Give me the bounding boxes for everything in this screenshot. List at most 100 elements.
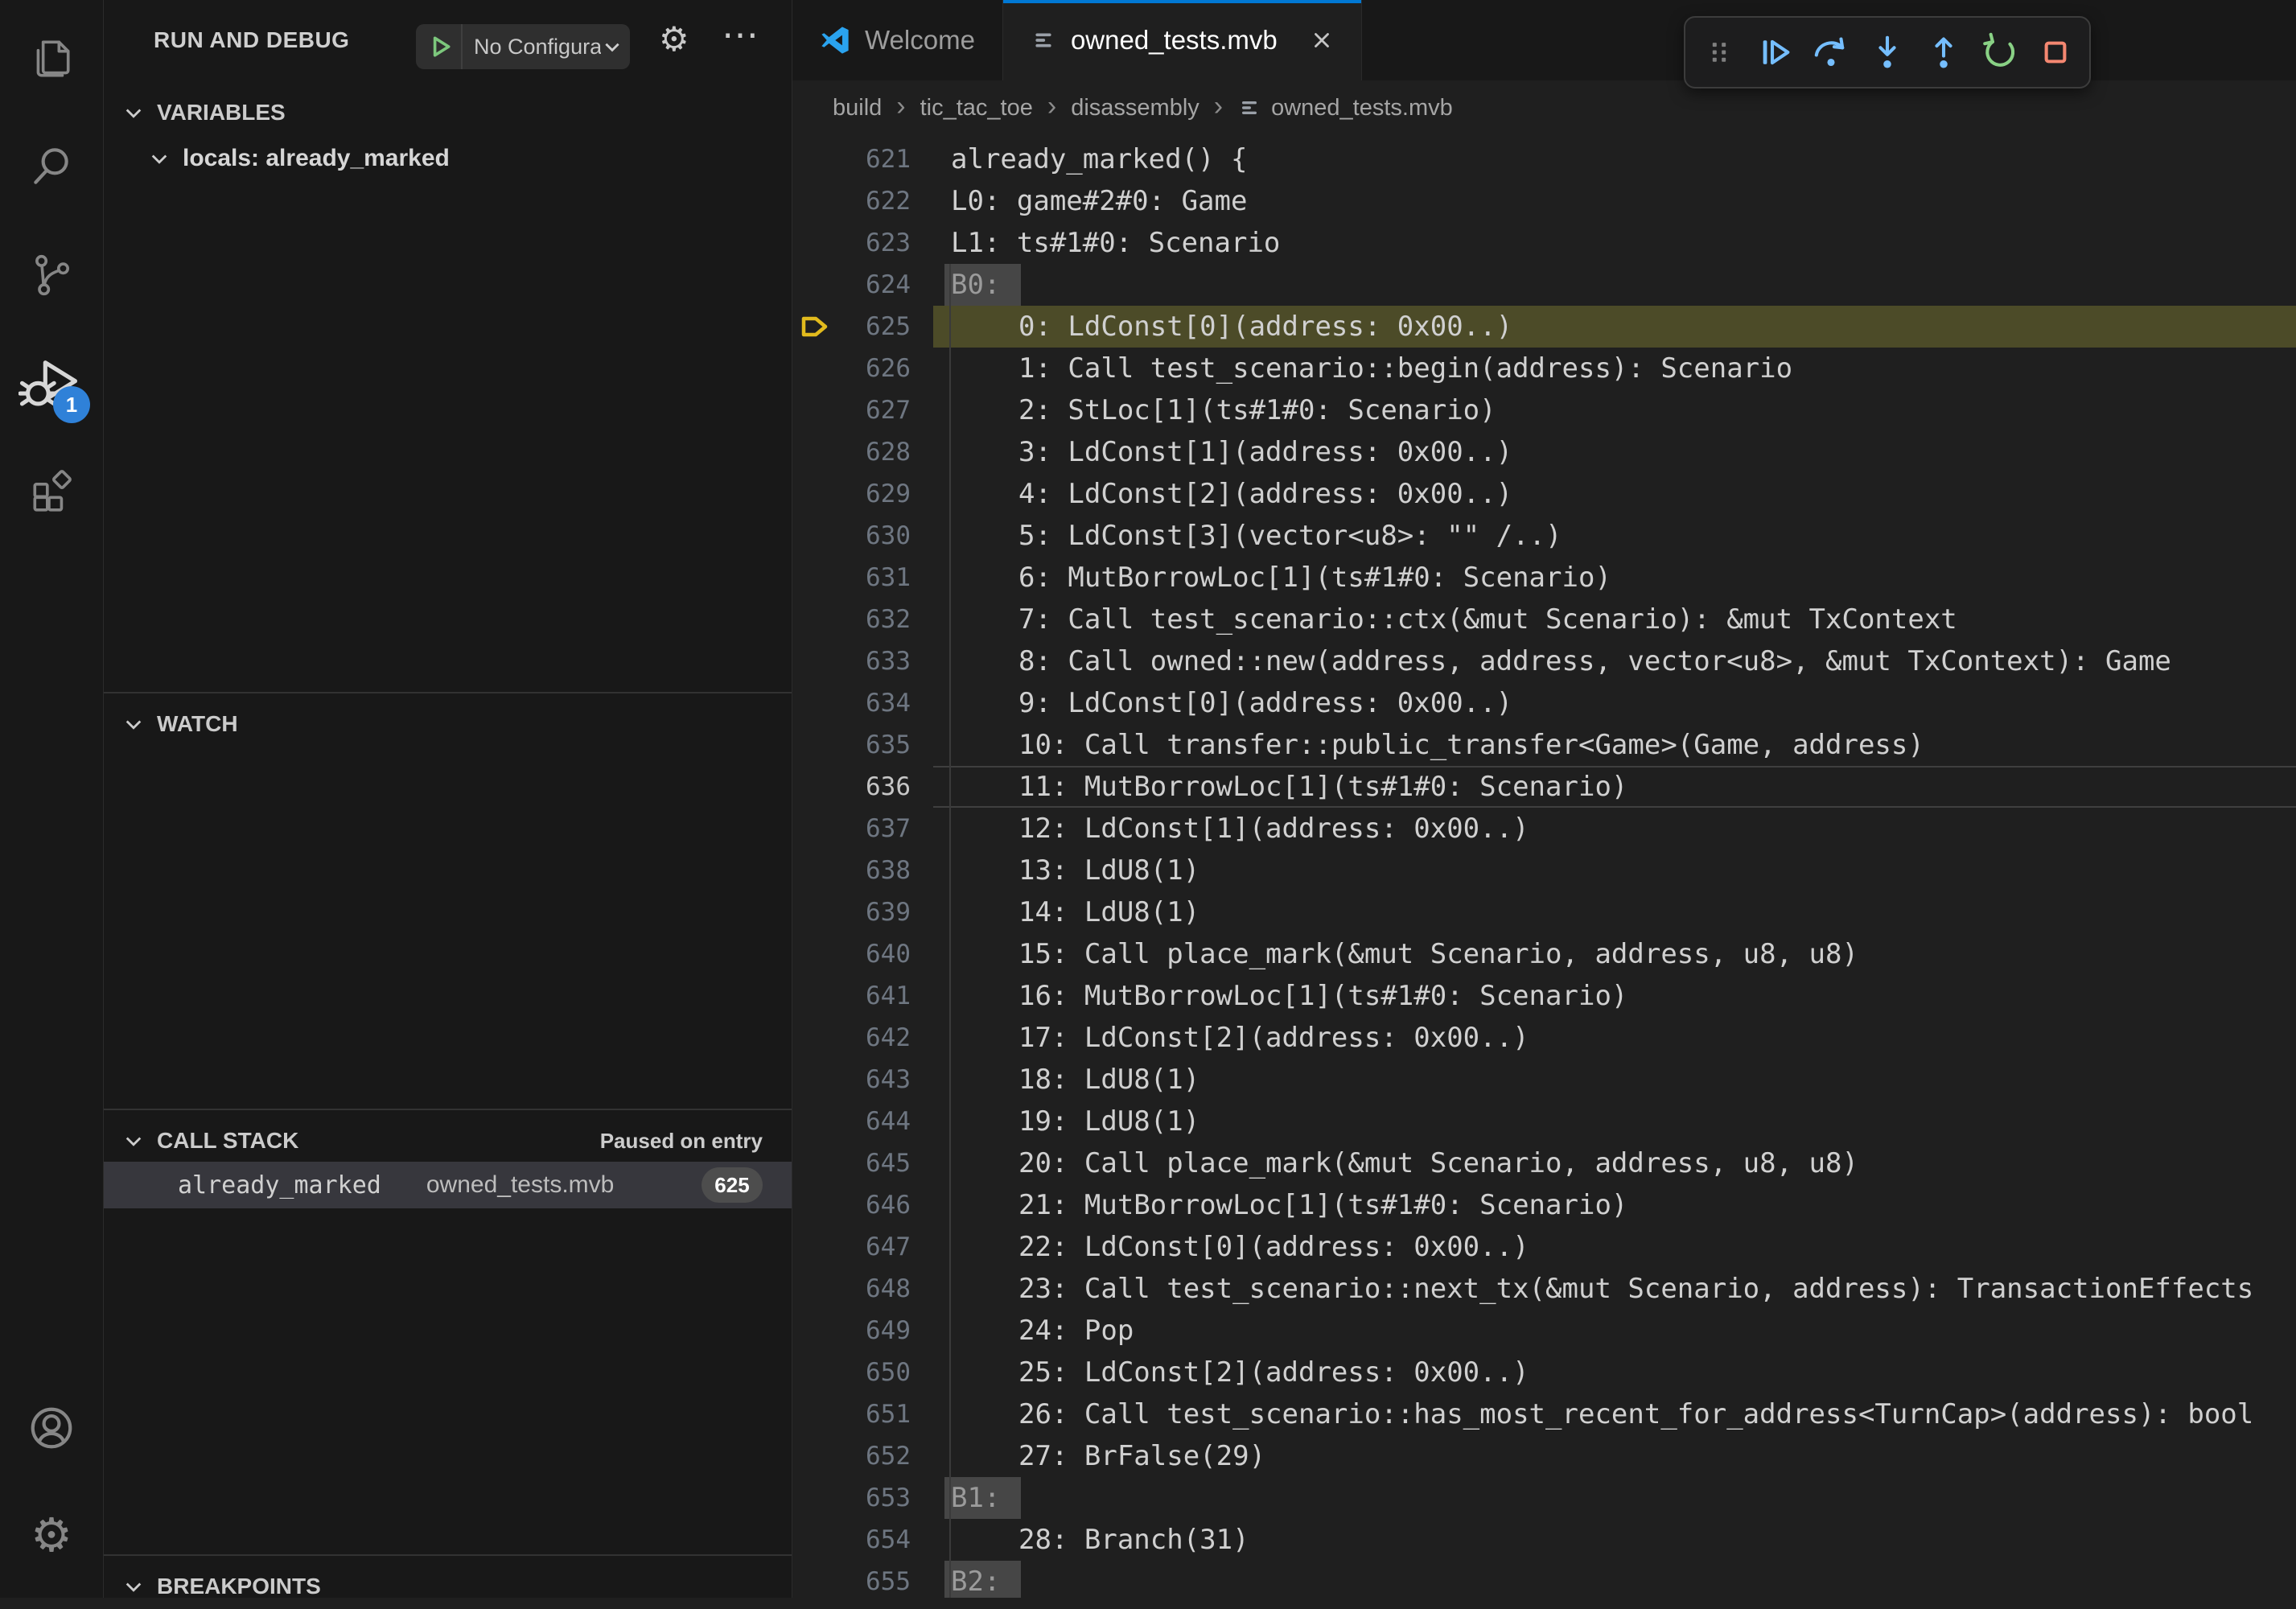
line-text[interactable]: B0: [933,264,2296,306]
call-stack-frame[interactable]: already_marked owned_tests.mvb 625 [104,1162,792,1208]
line-text[interactable]: 9: LdConst[0](address: 0x00..) [933,682,2296,724]
breadcrumb-item[interactable]: build [833,95,882,121]
line-text[interactable]: 27: BrFalse(29) [933,1435,2296,1477]
section-watch[interactable]: WATCH [104,702,792,747]
line-gutter[interactable]: 633 [792,640,933,682]
line-gutter[interactable]: 634 [792,682,933,724]
line-gutter[interactable]: 626 [792,348,933,389]
code-line[interactable]: 650 25: LdConst[2](address: 0x00..) [792,1352,2296,1393]
line-text[interactable]: 1: Call test_scenario::begin(address): S… [933,348,2296,389]
line-gutter[interactable]: 653 [792,1477,933,1519]
code-line[interactable]: 623 L1: ts#1#0: Scenario [792,222,2296,264]
line-gutter[interactable]: 631 [792,557,933,599]
code-line[interactable]: 653 B1: [792,1477,2296,1519]
code-line[interactable]: 655 B2: [792,1561,2296,1598]
account-button[interactable] [0,1374,103,1482]
sidebar-item-run-and-debug[interactable]: 1 [0,328,103,436]
code-editor[interactable]: 621 already_marked() { 622 L0: game#2#0:… [792,135,2296,1598]
line-text[interactable]: 11: MutBorrowLoc[1](ts#1#0: Scenario) [933,766,2296,808]
line-text[interactable]: 24: Pop [933,1310,2296,1352]
line-gutter[interactable]: 652 [792,1435,933,1477]
line-text[interactable]: 18: LdU8(1) [933,1059,2296,1101]
line-gutter[interactable]: 654 [792,1519,933,1561]
line-text[interactable]: 17: LdConst[2](address: 0x00..) [933,1017,2296,1059]
settings-button[interactable]: ⚙ [0,1482,103,1590]
step-out-button[interactable] [1921,30,1966,75]
code-line[interactable]: 622 L0: game#2#0: Game [792,180,2296,222]
line-gutter[interactable]: 655 [792,1561,933,1598]
code-line[interactable]: 626 1: Call test_scenario::begin(address… [792,348,2296,389]
line-gutter[interactable]: 621 [792,138,933,180]
line-gutter[interactable]: 624 [792,264,933,306]
line-gutter[interactable]: 635 [792,724,933,766]
line-text[interactable]: 4: LdConst[2](address: 0x00..) [933,473,2296,515]
line-gutter[interactable]: 647 [792,1226,933,1268]
sidebar-item-source-control[interactable] [0,220,103,328]
line-gutter[interactable]: 629 [792,473,933,515]
line-gutter[interactable]: 628 [792,431,933,473]
line-gutter[interactable]: 650 [792,1352,933,1393]
line-text[interactable]: 25: LdConst[2](address: 0x00..) [933,1352,2296,1393]
code-line[interactable]: 633 8: Call owned::new(address, address,… [792,640,2296,682]
code-line[interactable]: 646 21: MutBorrowLoc[1](ts#1#0: Scenario… [792,1184,2296,1226]
step-into-button[interactable] [1865,30,1910,75]
breadcrumb-item[interactable]: tic_tac_toe [920,95,1033,121]
line-text[interactable]: 23: Call test_scenario::next_tx(&mut Sce… [933,1268,2296,1310]
line-text[interactable]: 14: LdU8(1) [933,891,2296,933]
code-line[interactable]: 638 13: LdU8(1) [792,850,2296,891]
code-line[interactable]: 644 19: LdU8(1) [792,1101,2296,1142]
chevron-down-icon[interactable] [601,37,630,56]
code-line[interactable]: 651 26: Call test_scenario::has_most_rec… [792,1393,2296,1435]
breadcrumb-item-file[interactable]: owned_tests.mvb [1237,95,1453,121]
line-gutter[interactable]: 627 [792,389,933,431]
step-over-button[interactable] [1808,30,1854,75]
code-line[interactable]: 642 17: LdConst[2](address: 0x00..) [792,1017,2296,1059]
code-line[interactable]: 639 14: LdU8(1) [792,891,2296,933]
line-gutter[interactable]: 643 [792,1059,933,1101]
line-gutter[interactable]: 638 [792,850,933,891]
line-gutter[interactable]: 625 [792,306,933,348]
line-text[interactable]: already_marked() { [933,138,2296,180]
code-line[interactable]: 624 B0: [792,264,2296,306]
toolbar-drag-handle[interactable] [1697,30,1742,75]
line-text[interactable]: L0: game#2#0: Game [933,180,2296,222]
line-text[interactable]: 3: LdConst[1](address: 0x00..) [933,431,2296,473]
config-select[interactable]: No Configura [463,35,601,60]
variables-scope-row[interactable]: locals: already_marked [104,137,792,180]
code-line[interactable]: 645 20: Call place_mark(&mut Scenario, a… [792,1142,2296,1184]
start-debugging-button[interactable] [416,34,461,60]
line-gutter[interactable]: 641 [792,975,933,1017]
line-text[interactable]: 8: Call owned::new(address, address, vec… [933,640,2296,682]
line-gutter[interactable]: 651 [792,1393,933,1435]
more-actions-icon[interactable]: ⋯ [722,13,760,56]
line-text[interactable]: 21: MutBorrowLoc[1](ts#1#0: Scenario) [933,1184,2296,1226]
code-line[interactable]: 627 2: StLoc[1](ts#1#0: Scenario) [792,389,2296,431]
line-gutter[interactable]: 646 [792,1184,933,1226]
line-gutter[interactable]: 642 [792,1017,933,1059]
tab-welcome[interactable]: Welcome [792,0,1003,80]
line-text[interactable]: 0: LdConst[0](address: 0x00..) [933,306,2296,348]
code-line[interactable]: 641 16: MutBorrowLoc[1](ts#1#0: Scenario… [792,975,2296,1017]
code-line[interactable]: 635 10: Call transfer::public_transfer<G… [792,724,2296,766]
line-text[interactable]: 19: LdU8(1) [933,1101,2296,1142]
line-gutter[interactable]: 623 [792,222,933,264]
line-gutter[interactable]: 649 [792,1310,933,1352]
line-gutter[interactable]: 632 [792,599,933,640]
line-text[interactable]: 26: Call test_scenario::has_most_recent_… [933,1393,2296,1435]
close-icon[interactable] [1310,28,1334,52]
line-text[interactable]: 10: Call transfer::public_transfer<Game>… [933,724,2296,766]
line-text[interactable]: 7: Call test_scenario::ctx(&mut Scenario… [933,599,2296,640]
line-gutter[interactable]: 639 [792,891,933,933]
section-call-stack[interactable]: CALL STACK Paused on entry [104,1118,792,1163]
line-text[interactable]: 5: LdConst[3](vector<u8>: "" /..) [933,515,2296,557]
continue-button[interactable] [1753,30,1798,75]
section-breakpoints[interactable]: BREAKPOINTS [104,1564,792,1609]
code-line[interactable]: 649 24: Pop [792,1310,2296,1352]
line-text[interactable]: 15: Call place_mark(&mut Scenario, addre… [933,933,2296,975]
code-line[interactable]: 632 7: Call test_scenario::ctx(&mut Scen… [792,599,2296,640]
line-text[interactable]: 20: Call place_mark(&mut Scenario, addre… [933,1142,2296,1184]
stop-button[interactable] [2033,30,2078,75]
sidebar-item-extensions[interactable] [0,436,103,544]
line-text[interactable]: 12: LdConst[1](address: 0x00..) [933,808,2296,850]
code-line[interactable]: 636 11: MutBorrowLoc[1](ts#1#0: Scenario… [792,766,2296,808]
